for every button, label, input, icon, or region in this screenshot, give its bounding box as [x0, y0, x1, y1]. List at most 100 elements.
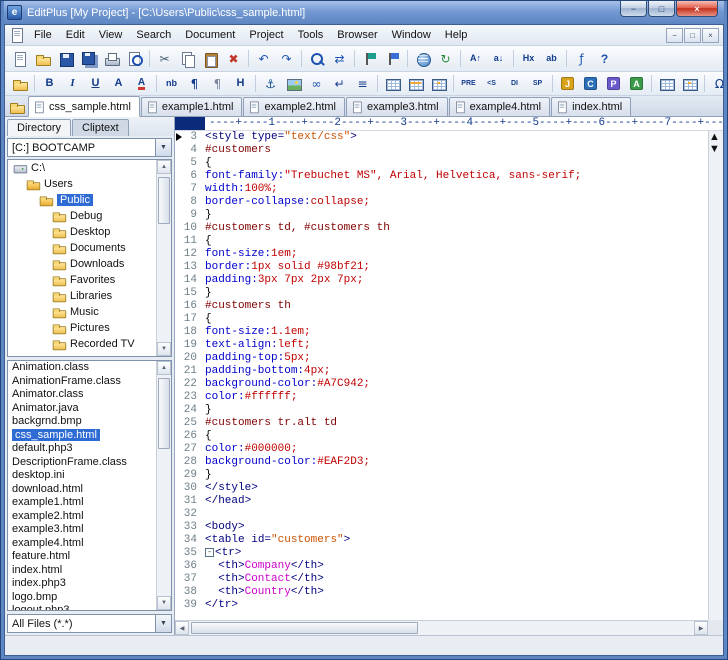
file-item-example3-html[interactable]: example3.html — [8, 523, 156, 537]
tree-item-public[interactable]: Public — [8, 192, 156, 208]
span-tag-button[interactable]: SP — [526, 73, 549, 94]
tab-example1.html[interactable]: example1.html — [141, 97, 243, 116]
scroll-thumb[interactable] — [158, 177, 170, 224]
file-item-animation-class[interactable]: Animation.class — [8, 361, 156, 375]
tree-item-libraries[interactable]: Libraries — [8, 288, 156, 304]
file-filter-selector[interactable]: All Files (*.*) ▼ — [7, 614, 172, 633]
replace-button[interactable]: ⇄ — [328, 48, 351, 69]
dropdown-arrow-icon[interactable]: ▼ — [155, 615, 171, 632]
tab-css_sample.html[interactable]: css_sample.html — [28, 96, 140, 117]
file-item-index-php3[interactable]: index.php3 — [8, 577, 156, 591]
tree-item-recorded-tv[interactable]: Recorded TV — [8, 336, 156, 352]
script-css-button[interactable]: C — [579, 73, 602, 94]
file-item-descriptionframe-class[interactable]: DescriptionFrame.class — [8, 456, 156, 470]
scroll-thumb[interactable] — [191, 622, 418, 634]
hex-viewer-button[interactable]: Hx — [517, 48, 540, 69]
toggle-bookmark-button[interactable] — [358, 48, 381, 69]
anchor-button[interactable]: ⚓ — [259, 73, 282, 94]
file-item-example1-html[interactable]: example1.html — [8, 496, 156, 510]
file-item-example4-html[interactable]: example4.html — [8, 537, 156, 551]
file-item-logo-bmp[interactable]: logo.bmp — [8, 591, 156, 605]
maximize-button[interactable]: □ — [648, 1, 675, 17]
scroll-down-icon[interactable]: ▼ — [709, 143, 723, 155]
editor-vscrollbar[interactable]: ▲ ▼ — [708, 131, 723, 620]
hyperlink-button[interactable]: ∞ — [305, 73, 328, 94]
document-selector-button[interactable] — [8, 98, 26, 116]
editor-hscrollbar[interactable]: ◀ ▶ — [175, 620, 708, 635]
tree-item-downloads[interactable]: Downloads — [8, 256, 156, 272]
file-item-index-html[interactable]: index.html — [8, 564, 156, 578]
scroll-right-icon[interactable]: ▶ — [694, 621, 708, 635]
context-help-button[interactable]: ? — [593, 48, 616, 69]
heading-button[interactable]: H — [229, 73, 252, 94]
paste-button[interactable] — [199, 48, 222, 69]
view-in-browser-button[interactable] — [411, 48, 434, 69]
italic-button[interactable]: I — [61, 73, 84, 94]
char-map-button[interactable]: Ω — [708, 73, 724, 94]
scroll-up-icon[interactable]: ▲ — [157, 361, 171, 375]
file-item-example2-html[interactable]: example2.html — [8, 510, 156, 524]
drive-selector[interactable]: [C:] BOOTCAMP ▼ — [7, 138, 172, 157]
new-document-button[interactable] — [8, 48, 31, 69]
file-item-logout-php3[interactable]: logout.php3 — [8, 604, 156, 610]
file-item-default-php3[interactable]: default.php3 — [8, 442, 156, 456]
paragraph-end-button[interactable]: ¶ — [206, 73, 229, 94]
redo-button[interactable]: ↷ — [275, 48, 298, 69]
next-bookmark-button[interactable] — [381, 48, 404, 69]
function-list-button[interactable]: ƒ — [570, 48, 593, 69]
delete-button[interactable]: ✖ — [222, 48, 245, 69]
file-list-scrollbar[interactable]: ▲ ▼ — [156, 361, 171, 610]
scroll-up-icon[interactable]: ▲ — [709, 131, 723, 143]
tree-item-music[interactable]: Music — [8, 304, 156, 320]
tab-example2.html[interactable]: example2.html — [243, 97, 345, 116]
file-item-desktop-ini[interactable]: desktop.ini — [8, 469, 156, 483]
table-row-button[interactable] — [404, 73, 427, 94]
tree-item-users[interactable]: Users — [8, 176, 156, 192]
sidebar-tab-directory[interactable]: Directory — [7, 119, 71, 136]
file-item-animator-class[interactable]: Animator.class — [8, 388, 156, 402]
font-button[interactable]: A — [107, 73, 130, 94]
script-js-button[interactable]: J — [556, 73, 579, 94]
line-break-button[interactable]: ↵ — [328, 73, 351, 94]
image-button[interactable] — [282, 73, 305, 94]
menu-search[interactable]: Search — [129, 26, 178, 44]
file-item-feature-html[interactable]: feature.html — [8, 550, 156, 564]
file-item-animator-java[interactable]: Animator.java — [8, 402, 156, 416]
underline-button[interactable]: U — [84, 73, 107, 94]
dropdown-arrow-icon[interactable]: ▼ — [155, 139, 171, 156]
horizontal-rule-button[interactable]: ≡ — [351, 73, 374, 94]
code-area[interactable]: 3<style type="text/css">4#customers5{6fo… — [175, 131, 708, 620]
uppercase-button[interactable]: A↑ — [464, 48, 487, 69]
table-wizard-button[interactable] — [655, 73, 678, 94]
file-item-animationframe-class[interactable]: AnimationFrame.class — [8, 375, 156, 389]
print-button[interactable] — [100, 48, 123, 69]
undo-button[interactable]: ↶ — [252, 48, 275, 69]
tree-item-pictures[interactable]: Pictures — [8, 320, 156, 336]
tree-item-favorites[interactable]: Favorites — [8, 272, 156, 288]
paragraph-button[interactable]: ¶ — [183, 73, 206, 94]
scroll-down-icon[interactable]: ▼ — [157, 342, 171, 356]
match-pairs-button[interactable]: ab — [540, 48, 563, 69]
menu-document[interactable]: Document — [178, 26, 242, 44]
menu-view[interactable]: View — [92, 26, 130, 44]
cut-button[interactable]: ✂ — [153, 48, 176, 69]
scroll-thumb[interactable] — [158, 378, 170, 449]
font-color-button[interactable]: A — [130, 73, 153, 94]
menu-file[interactable]: File — [27, 26, 59, 44]
tree-item-debug[interactable]: Debug — [8, 208, 156, 224]
browser-refresh-button[interactable]: ↻ — [434, 48, 457, 69]
cliptext-folder-button[interactable] — [8, 73, 31, 94]
menu-help[interactable]: Help — [438, 26, 475, 44]
title-bar[interactable]: e EditPlus [My Project] - [C:\Users\Publ… — [4, 1, 724, 24]
tab-index.html[interactable]: index.html — [551, 97, 631, 116]
fold-toggle-icon[interactable]: - — [205, 548, 214, 557]
save-button[interactable] — [54, 48, 77, 69]
file-item-backgrnd-bmp[interactable]: backgrnd.bmp — [8, 415, 156, 429]
sidebar-tab-cliptext[interactable]: Cliptext — [72, 119, 129, 136]
tree-item-desktop[interactable]: Desktop — [8, 224, 156, 240]
menu-browser[interactable]: Browser — [330, 26, 384, 44]
scroll-down-icon[interactable]: ▼ — [157, 596, 171, 610]
tree-item-documents[interactable]: Documents — [8, 240, 156, 256]
scroll-up-icon[interactable]: ▲ — [157, 160, 171, 174]
form-wizard-button[interactable] — [678, 73, 701, 94]
